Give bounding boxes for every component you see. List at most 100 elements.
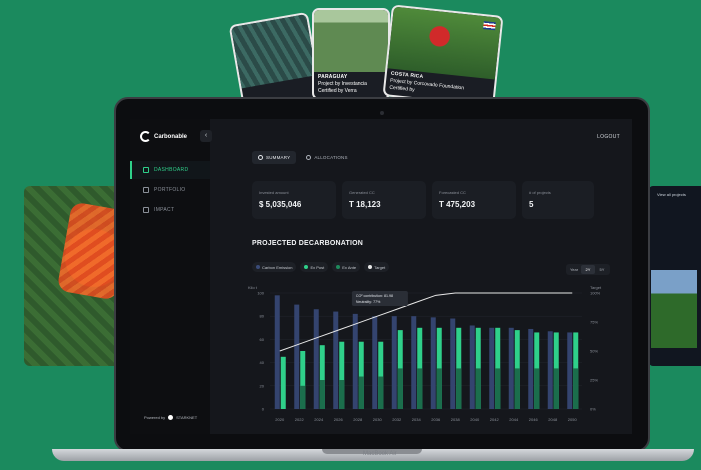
section-title: PROJECTED DECARBONATION (252, 240, 364, 247)
period-5y[interactable]: 5Y (595, 265, 609, 274)
project-card-paraguay[interactable]: PARAGUAY Project by Investancia Certifie… (312, 8, 390, 100)
legend-ex-post[interactable]: Ex Post (300, 262, 329, 272)
bar-ex-ante (475, 368, 481, 409)
x-tick-label: 2046 (529, 417, 539, 422)
kpi-label: Generated CC (349, 190, 375, 195)
allocations-icon (306, 155, 312, 160)
x-tick-label: 2028 (353, 417, 363, 422)
legend-swatch (368, 265, 373, 269)
legend-label: Ex Ante (342, 264, 357, 270)
bar-carbon-emission (411, 316, 417, 409)
tab-summary[interactable]: SUMMARY (252, 151, 297, 164)
x-tick-label: 2030 (373, 417, 383, 422)
kpi-value: T 18,123 (349, 200, 381, 209)
tab-allocations[interactable]: ALLOCATIONS (300, 151, 353, 164)
kpi-generated-cc: Generated CC T 18,123 (342, 181, 426, 219)
kpi-invested-amount: Invested amount $ 5,035,046 (252, 181, 336, 219)
view-all-projects-link[interactable]: View all projects (657, 192, 686, 197)
y2-tick-label: 50% (590, 349, 598, 354)
sidebar: Carbonable ‹ DASHBOARD PORTFOLIO IMPACT … (130, 119, 212, 434)
project-photo (230, 14, 317, 89)
bar-carbon-emission (430, 317, 436, 409)
period-year[interactable]: Year (567, 265, 581, 274)
x-tick-label: 2022 (295, 417, 305, 422)
decarbonation-chart: Kilo t Target0204060801000%25%50%75%100%2… (248, 285, 602, 422)
x-tick-label: 2050 (568, 417, 578, 422)
legend-label: Target (374, 264, 386, 270)
bar-ex-ante (417, 368, 423, 409)
x-tick-label: 2020 (275, 417, 285, 422)
sidebar-item-dashboard[interactable]: DASHBOARD (130, 161, 210, 179)
app-logo[interactable]: Carbonable (140, 131, 187, 142)
kpi-label: Invested amount (259, 190, 289, 195)
legend-swatch (336, 265, 341, 269)
kpi-cards: Invested amount $ 5,035,046 Generated CC… (252, 181, 594, 219)
dashboard-icon (143, 167, 149, 173)
legend-target[interactable]: Target (364, 262, 390, 272)
bar-ex-ante (436, 368, 442, 409)
bar-carbon-emission (450, 318, 456, 409)
bar-ex-post (280, 356, 286, 409)
bar-carbon-emission (469, 325, 475, 409)
powered-by-label: Powered by (144, 415, 166, 420)
bar-ex-ante (456, 368, 462, 409)
bar-carbon-emission (508, 327, 514, 409)
kpi-value: $ 5,035,046 (259, 200, 302, 209)
project-card-costa-rica[interactable]: COSTA RICA Project by Corcovado Foundati… (382, 4, 504, 108)
legend-swatch (304, 265, 309, 269)
laptop-frame: Carbonable ‹ DASHBOARD PORTFOLIO IMPACT … (114, 97, 650, 452)
tab-label: ALLOCATIONS (314, 155, 348, 160)
bar-ex-ante (573, 368, 579, 409)
bar-ex-ante (553, 368, 559, 409)
app-name: Carbonable (154, 133, 188, 140)
tab-label: SUMMARY (266, 155, 291, 160)
y-tick-label: 40 (260, 360, 265, 365)
costa-rica-flag-icon (483, 21, 496, 31)
bar-ex-ante (397, 368, 403, 409)
y-axis-label: Kilo t (248, 285, 258, 290)
main-content: LOGOUT SUMMARY ALLOCATIONS Invested amou… (210, 119, 632, 434)
bar-ex-ante (534, 368, 540, 409)
bar-carbon-emission (274, 295, 280, 409)
y2-tick-label: 75% (590, 320, 598, 325)
x-tick-label: 2048 (548, 417, 558, 422)
bar-carbon-emission (489, 327, 495, 409)
project-developer: Project by Investancia (318, 81, 367, 87)
y2-axis-label: Target (590, 285, 602, 290)
kpi-number-of-projects: # of projects 5 (522, 181, 594, 219)
project-photo (314, 10, 388, 72)
bar-carbon-emission (547, 331, 553, 409)
y2-tick-label: 25% (590, 378, 598, 383)
projects-preview-panel: View all projects (649, 186, 701, 366)
y2-tick-label: 0% (590, 407, 596, 412)
forest-map-panel (24, 186, 124, 366)
x-tick-label: 2024 (314, 417, 324, 422)
y-tick-label: 60 (260, 337, 265, 342)
sidebar-item-portfolio[interactable]: PORTFOLIO (130, 181, 210, 199)
legend-carbon-emission[interactable]: Carbon Emission (252, 262, 297, 272)
bar-carbon-emission (567, 332, 573, 409)
y-tick-label: 20 (260, 383, 265, 388)
x-tick-label: 2036 (431, 417, 441, 422)
bar-ex-ante (319, 380, 325, 409)
kpi-forecasted-cc: Forecasted CC T 475,203 (432, 181, 516, 219)
carbonable-logo-icon (140, 131, 151, 142)
bar-carbon-emission (333, 311, 339, 409)
bar-carbon-emission (372, 316, 378, 409)
project-photo (387, 6, 502, 80)
tooltip-line: CO² contribution: 81.98 (356, 294, 393, 298)
logout-button[interactable]: LOGOUT (597, 134, 620, 140)
bar-ex-ante (514, 368, 520, 409)
view-tabs: SUMMARY ALLOCATIONS (252, 151, 354, 164)
period-2y[interactable]: 2Y (581, 265, 595, 274)
legend-ex-ante[interactable]: Ex Ante (332, 262, 361, 272)
sidebar-item-impact[interactable]: IMPACT (130, 201, 210, 219)
kpi-value: T 475,203 (439, 200, 476, 209)
kpi-label: # of projects (529, 190, 551, 195)
impact-icon (143, 207, 149, 213)
chart-legend: Carbon Emission Ex Post Ex Ante Target (252, 262, 390, 272)
x-tick-label: 2038 (451, 417, 461, 422)
bar-carbon-emission (313, 309, 319, 409)
y-tick-label: 0 (262, 407, 265, 412)
sidebar-item-label: IMPACT (154, 207, 175, 213)
